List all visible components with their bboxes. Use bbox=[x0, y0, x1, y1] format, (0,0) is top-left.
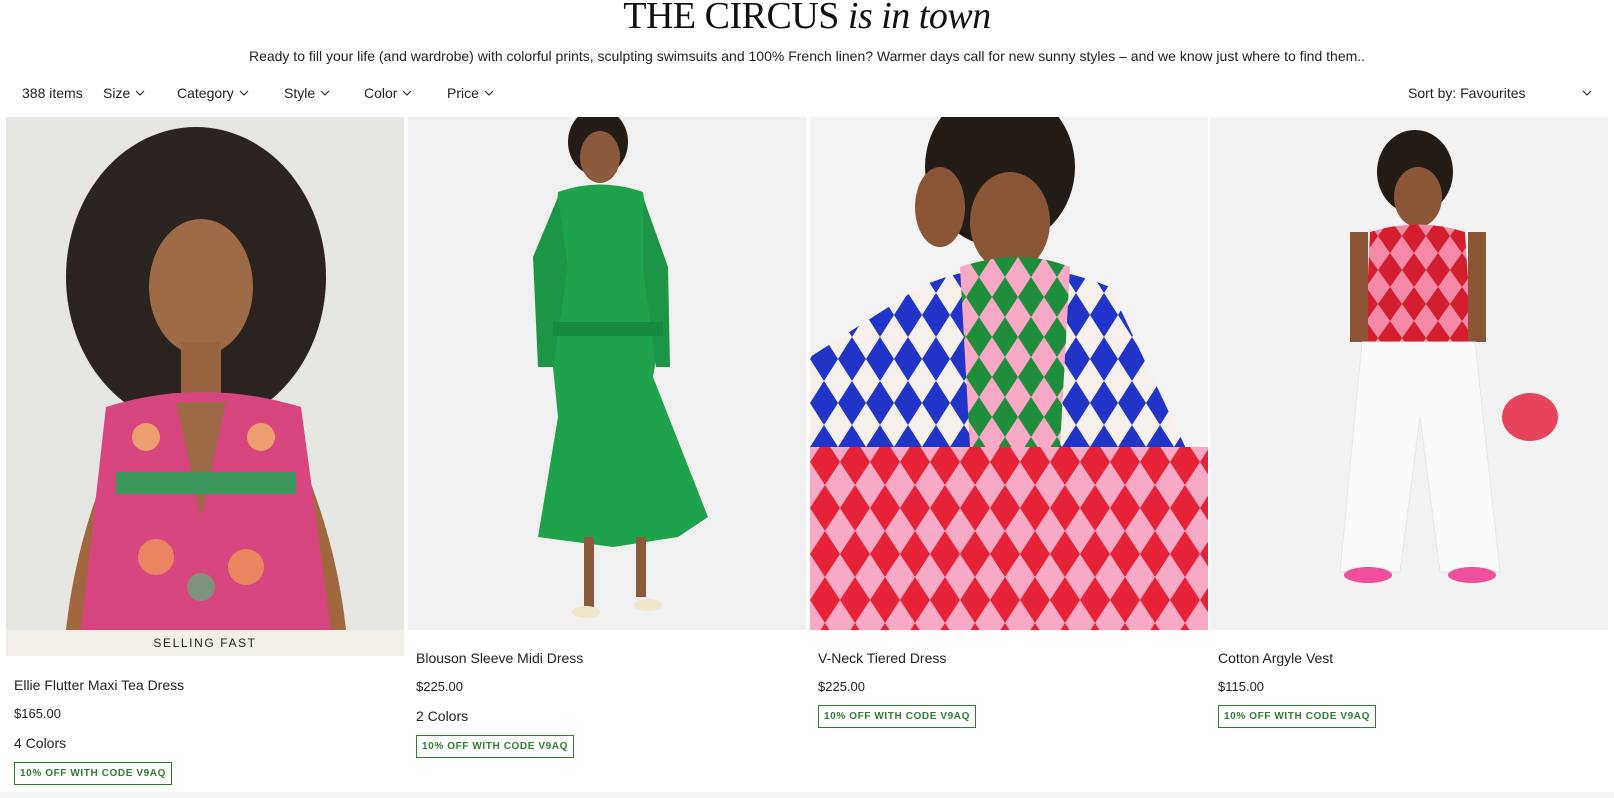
dress-photo-icon bbox=[6, 117, 404, 630]
dress-photo-icon bbox=[408, 117, 806, 630]
sort-label: Sort by: Favourites bbox=[1408, 85, 1526, 101]
product-colors[interactable]: 4 Colors bbox=[14, 735, 184, 751]
product-price: $165.00 bbox=[14, 706, 61, 721]
product-name[interactable]: Blouson Sleeve Midi Dress bbox=[416, 650, 583, 666]
promo-badge: 10% OFF WITH CODE V9AQ bbox=[1218, 705, 1376, 728]
title-italic: is in town bbox=[847, 0, 991, 37]
promo-badge: 10% OFF WITH CODE V9AQ bbox=[416, 735, 574, 758]
chevron-down-icon bbox=[239, 90, 249, 96]
item-count: 388 items bbox=[22, 85, 83, 101]
product-colors[interactable]: 2 Colors bbox=[416, 708, 583, 724]
chevron-down-icon bbox=[1582, 90, 1592, 96]
filter-price-label: Price bbox=[447, 85, 479, 101]
chevron-down-icon bbox=[403, 90, 412, 96]
product-info: V-Neck Tiered Dress $225.00 10% OFF WITH… bbox=[818, 650, 976, 728]
product-image[interactable] bbox=[6, 117, 404, 630]
product-name[interactable]: V-Neck Tiered Dress bbox=[818, 650, 976, 666]
filter-style-label: Style bbox=[284, 85, 316, 101]
filter-color-label: Color bbox=[364, 85, 398, 101]
page-title: THE CIRCUS is in town bbox=[0, 0, 1614, 38]
promo-badge: 10% OFF WITH CODE V9AQ bbox=[14, 762, 172, 785]
product-info: Cotton Argyle Vest $115.00 10% OFF WITH … bbox=[1218, 650, 1376, 728]
title-main: THE CIRCUS bbox=[623, 0, 839, 37]
product-price: $115.00 bbox=[1218, 679, 1265, 694]
chevron-down-icon bbox=[320, 90, 330, 96]
filter-style[interactable]: Style bbox=[284, 85, 330, 101]
filter-size-label: Size bbox=[103, 85, 131, 101]
chevron-down-icon bbox=[135, 90, 145, 96]
product-image[interactable] bbox=[810, 117, 1208, 630]
product-name[interactable]: Cotton Argyle Vest bbox=[1218, 650, 1376, 666]
product-info: Blouson Sleeve Midi Dress $225.00 2 Colo… bbox=[416, 650, 583, 758]
filter-size[interactable]: Size bbox=[103, 85, 145, 101]
product-image[interactable] bbox=[1210, 117, 1608, 630]
product-price: $225.00 bbox=[818, 679, 865, 694]
filter-category[interactable]: Category bbox=[177, 85, 249, 101]
dress-photo-icon bbox=[810, 117, 1208, 630]
promo-badge: 10% OFF WITH CODE V9AQ bbox=[818, 705, 976, 728]
product-name[interactable]: Ellie Flutter Maxi Tea Dress bbox=[14, 677, 184, 693]
bottom-divider bbox=[0, 792, 1614, 798]
filter-price[interactable]: Price bbox=[447, 85, 494, 101]
sort-dropdown[interactable]: Sort by: Favourites bbox=[1408, 85, 1592, 101]
filter-color[interactable]: Color bbox=[364, 85, 412, 101]
page-subtitle: Ready to fill your life (and wardrobe) w… bbox=[248, 48, 1366, 64]
product-info: Ellie Flutter Maxi Tea Dress $165.00 4 C… bbox=[14, 677, 184, 785]
selling-fast-badge: SELLING FAST bbox=[6, 630, 404, 656]
product-price: $225.00 bbox=[416, 679, 463, 694]
chevron-down-icon bbox=[484, 90, 494, 96]
filter-bar: 388 items Size Category Style Color Pric… bbox=[22, 80, 1592, 106]
product-image[interactable] bbox=[408, 117, 806, 630]
filter-category-label: Category bbox=[177, 85, 234, 101]
vest-photo-icon bbox=[1210, 117, 1608, 630]
